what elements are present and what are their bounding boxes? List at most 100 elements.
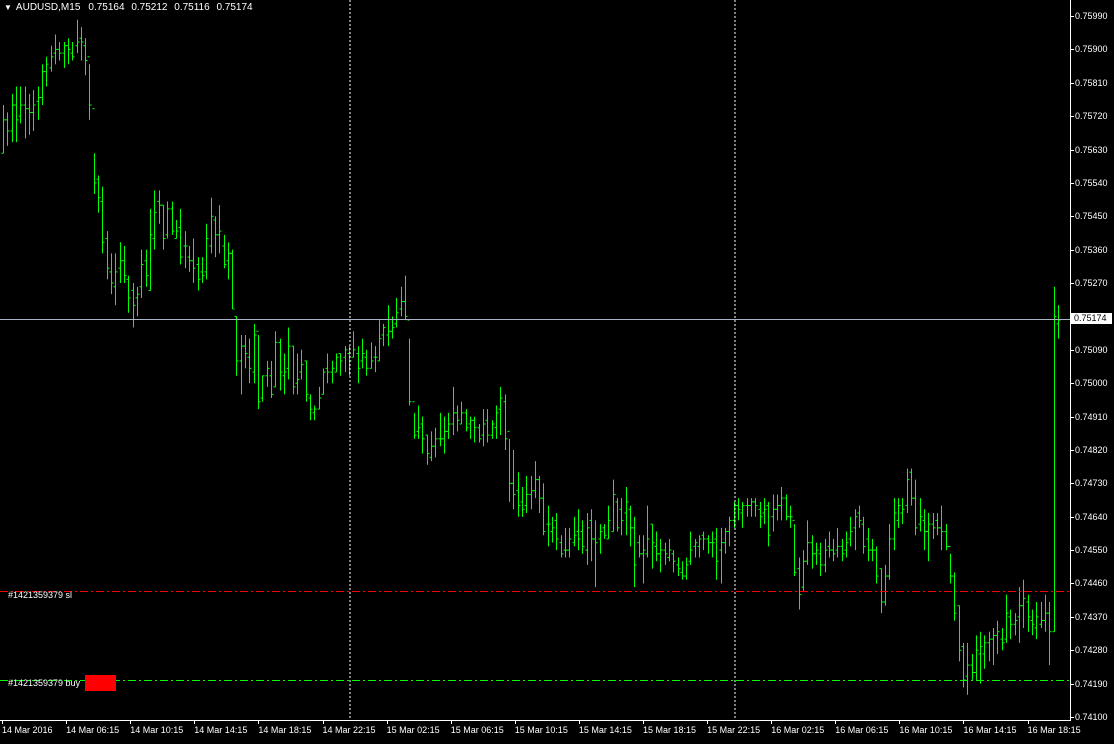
ohlc-bar	[420, 416, 425, 454]
ohlc-bar	[598, 524, 603, 554]
ohlc-bar	[152, 190, 157, 250]
time-axis-label: 15 Mar 14:15	[578, 725, 632, 735]
ohlc-bar	[100, 186, 105, 254]
ohlc-bar	[952, 572, 957, 621]
time-axis-label: 16 Mar 18:15	[1027, 725, 1081, 735]
ohlc-bar	[174, 219, 179, 240]
chart-window[interactable]: ▼ AUDUSD,M15 0.75164 0.75212 0.75116 0.7…	[0, 0, 1114, 744]
ohlc-bar	[866, 527, 871, 562]
ohlc-bar	[714, 527, 719, 580]
ohlc-bar	[312, 405, 317, 421]
dropdown-triangle-icon[interactable]: ▼	[4, 3, 12, 12]
ohlc-bar	[892, 498, 897, 551]
ohlc-bar	[965, 642, 970, 695]
ohlc-bar	[96, 175, 101, 213]
price-axis-label: 0.74640	[1075, 511, 1108, 522]
time-axis-label: 15 Mar 10:15	[514, 725, 568, 735]
ohlc-bar	[286, 327, 291, 380]
time-axis-label: 14 Mar 18:15	[258, 725, 312, 735]
ohlc-bar	[563, 527, 568, 558]
ohlc-bar	[593, 520, 598, 588]
ohlc-bars	[1, 19, 1061, 695]
ohlc-bar	[693, 538, 698, 558]
ohlc-bar	[554, 513, 559, 551]
ohlc-bar	[247, 338, 252, 384]
ohlc-bar	[541, 483, 546, 536]
ohlc-bar	[455, 405, 460, 432]
ohlc-bar	[727, 516, 732, 547]
ohlc-bar	[213, 216, 218, 258]
ohlc-bar	[753, 498, 758, 517]
high-value: 0.75212	[131, 2, 168, 13]
stop-loss-label: #1421359379 sl	[8, 590, 73, 600]
price-axis-label: 0.75810	[1075, 77, 1108, 88]
ohlc-bar	[44, 56, 49, 87]
ohlc-bar	[1013, 613, 1018, 636]
ohlc-bar	[874, 546, 879, 584]
time-axis-label: 16 Mar 02:15	[771, 725, 825, 735]
ohlc-bar	[654, 531, 659, 562]
ohlc-bar	[243, 334, 248, 369]
time-axis-label: 16 Mar 06:15	[835, 725, 889, 735]
close-value: 0.75174	[216, 2, 253, 13]
ohlc-bar	[706, 535, 711, 554]
ohlc-bar	[161, 204, 166, 250]
price-axis-label: 0.74370	[1075, 611, 1108, 622]
ohlc-bar	[835, 527, 840, 558]
buy-order-marker[interactable]	[85, 675, 116, 691]
ohlc-bar	[265, 360, 270, 387]
open-value: 0.75164	[88, 2, 125, 13]
ohlc-bar	[632, 516, 637, 588]
ohlc-bar	[1039, 602, 1044, 628]
ohlc-bar	[364, 349, 369, 376]
price-axis-label: 0.75450	[1075, 211, 1108, 222]
time-axis-label: 14 Mar 2016	[2, 725, 53, 735]
ohlc-bar	[14, 86, 19, 143]
ohlc-bar	[217, 205, 222, 254]
ohlc-bar	[66, 38, 71, 65]
ohlc-bar	[663, 542, 668, 565]
time-axis-label: 15 Mar 06:15	[450, 725, 504, 735]
ohlc-bar	[459, 401, 464, 425]
ohlc-bar	[260, 375, 265, 402]
ohlc-bar	[295, 353, 300, 395]
ohlc-bar	[1052, 286, 1057, 633]
price-axis-label: 0.75270	[1075, 278, 1108, 289]
ohlc-bar	[511, 449, 516, 510]
ohlc-bar	[935, 513, 940, 536]
ohlc-bar	[196, 257, 201, 291]
ohlc-bar	[628, 505, 633, 547]
ohlc-bar	[905, 468, 910, 514]
low-value: 0.75116	[174, 2, 210, 13]
ohlc-bar	[749, 498, 754, 517]
ohlc-bar	[269, 360, 274, 399]
price-axis-label: 0.74550	[1075, 545, 1108, 556]
ohlc-bar	[451, 386, 456, 436]
ohlc-bar	[896, 498, 901, 528]
ohlc-bar	[256, 330, 261, 410]
price-chart[interactable]	[0, 0, 1114, 744]
ohlc-bar	[507, 430, 512, 502]
symbol-timeframe: AUDUSD,M15	[15, 2, 81, 13]
ohlc-bar	[252, 323, 257, 384]
ohlc-bar	[53, 34, 58, 65]
ohlc-bar	[900, 498, 905, 525]
ohlc-bar	[667, 538, 672, 562]
ohlc-bar	[75, 19, 80, 54]
ohlc-bar	[1030, 609, 1035, 636]
ohlc-bar	[814, 542, 819, 565]
ohlc-bar	[92, 108, 97, 195]
ohlc-bar	[671, 550, 676, 573]
ohlc-bar	[688, 531, 693, 565]
buy-order-label: #1421359379 buy	[8, 678, 81, 688]
ohlc-bar	[23, 86, 28, 139]
ohlc-bar	[282, 353, 287, 395]
ohlc-bar	[1021, 579, 1026, 628]
ohlc-bar	[697, 535, 702, 558]
ohlc-bar	[957, 605, 962, 662]
ohlc-bar	[40, 64, 45, 106]
time-axis-label: 14 Mar 22:15	[322, 725, 376, 735]
ohlc-bar	[766, 501, 771, 547]
ohlc-bar	[31, 90, 36, 131]
ohlc-bar	[529, 475, 534, 510]
